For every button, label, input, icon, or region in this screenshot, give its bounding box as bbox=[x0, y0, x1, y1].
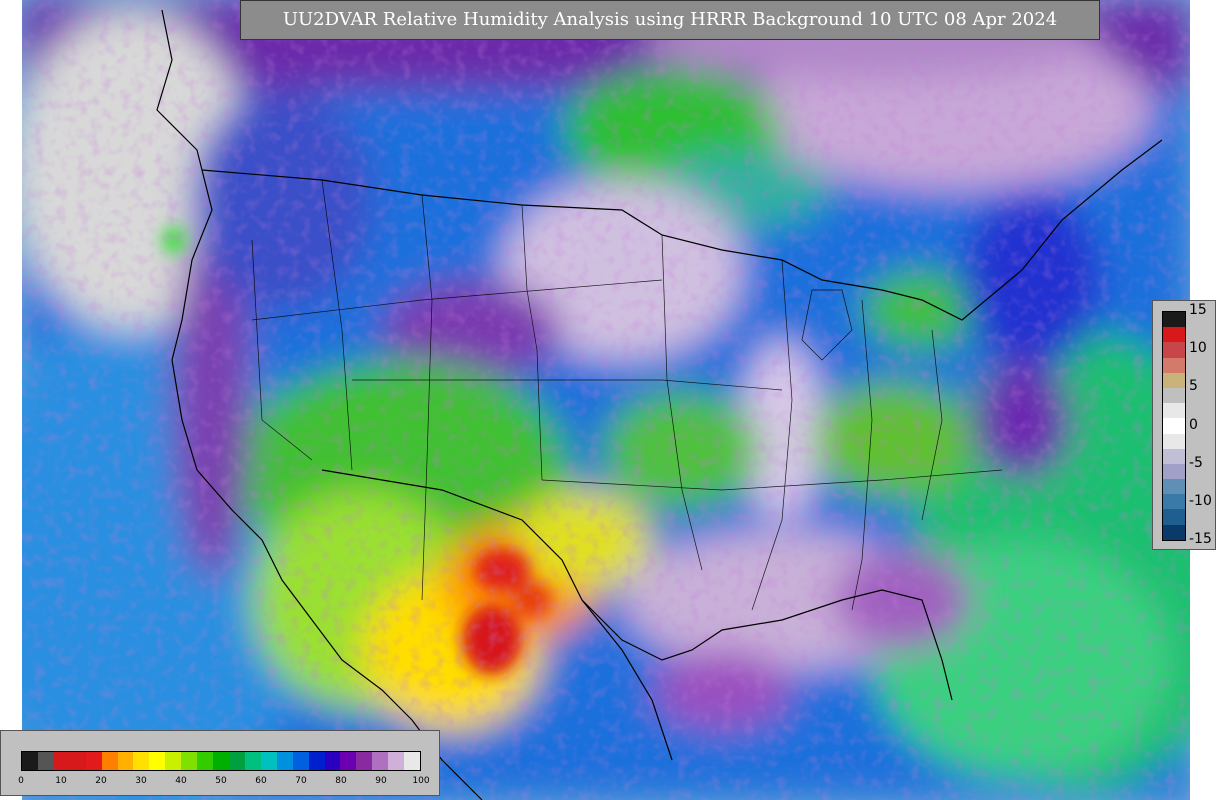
rh-color-swatch bbox=[244, 752, 261, 770]
diff-color-swatch bbox=[1163, 403, 1185, 419]
diff-color-swatch bbox=[1163, 463, 1185, 480]
rh-color-swatch bbox=[117, 752, 134, 770]
diff-tick-label: -15 bbox=[1189, 531, 1212, 547]
rh-tick-label: 40 bbox=[175, 776, 187, 786]
difference-colorbar-legend: 15 10 5 0 -5 -10 -15 bbox=[1152, 300, 1216, 550]
rh-color-swatch bbox=[133, 752, 150, 770]
texture-overlay bbox=[22, 0, 1190, 800]
rh-tick-label: 90 bbox=[375, 776, 387, 786]
diff-color-swatch bbox=[1163, 342, 1185, 358]
diff-color-swatch bbox=[1163, 433, 1185, 449]
diff-color-swatch bbox=[1163, 479, 1185, 495]
rh-tick-label: 30 bbox=[135, 776, 147, 786]
humidity-map bbox=[22, 0, 1190, 800]
rh-color-swatch bbox=[149, 752, 166, 770]
difference-colorbar bbox=[1162, 311, 1186, 541]
diff-color-swatch bbox=[1163, 387, 1185, 404]
rh-tick-label: 50 bbox=[215, 776, 227, 786]
rh-color-swatch bbox=[22, 752, 38, 770]
rh-color-swatch bbox=[340, 752, 357, 770]
diff-tick-label: 0 bbox=[1189, 417, 1198, 433]
rh-color-swatch bbox=[101, 752, 118, 770]
rh-color-swatch bbox=[37, 752, 54, 770]
rh-tick-label: 80 bbox=[335, 776, 347, 786]
diff-color-swatch bbox=[1163, 372, 1185, 388]
diff-color-swatch bbox=[1163, 357, 1185, 373]
rh-color-swatch bbox=[308, 752, 325, 770]
diff-tick-label: -10 bbox=[1189, 493, 1212, 509]
rh-tick-label: 70 bbox=[295, 776, 307, 786]
diff-color-swatch bbox=[1163, 509, 1185, 525]
rh-color-swatch bbox=[228, 752, 245, 770]
rh-tick-label: 100 bbox=[412, 776, 430, 786]
rh-color-swatch bbox=[356, 752, 373, 770]
diff-color-swatch bbox=[1163, 327, 1185, 343]
diff-color-swatch bbox=[1163, 418, 1185, 434]
map-canvas bbox=[22, 0, 1190, 800]
rh-color-swatch bbox=[213, 752, 229, 770]
humidity-colorbar-legend: 0 10 20 30 40 50 60 70 80 90 100 bbox=[0, 730, 440, 796]
rh-color-swatch bbox=[181, 752, 198, 770]
diff-tick-label: 5 bbox=[1189, 378, 1198, 394]
rh-color-swatch bbox=[197, 752, 214, 770]
diff-color-swatch bbox=[1163, 312, 1185, 328]
diff-color-swatch bbox=[1163, 524, 1185, 540]
rh-tick-label: 60 bbox=[255, 776, 267, 786]
rh-tick-label: 0 bbox=[18, 776, 24, 786]
rh-color-swatch bbox=[292, 752, 309, 770]
rh-color-swatch bbox=[372, 752, 389, 770]
rh-tick-label: 10 bbox=[55, 776, 67, 786]
rh-color-swatch bbox=[165, 752, 182, 770]
rh-color-swatch bbox=[276, 752, 293, 770]
diff-tick-label: -5 bbox=[1189, 455, 1203, 471]
rh-color-swatch bbox=[404, 752, 421, 770]
rh-color-swatch bbox=[388, 752, 405, 770]
rh-color-swatch bbox=[53, 752, 70, 770]
rh-color-swatch bbox=[324, 752, 341, 770]
diff-tick-label: 10 bbox=[1189, 340, 1207, 356]
diff-color-swatch bbox=[1163, 494, 1185, 510]
rh-color-swatch bbox=[260, 752, 277, 770]
diff-color-swatch bbox=[1163, 448, 1185, 464]
humidity-colorbar bbox=[21, 751, 421, 771]
map-title: UU2DVAR Relative Humidity Analysis using… bbox=[240, 0, 1100, 40]
rh-color-swatch bbox=[85, 752, 102, 770]
rh-color-swatch bbox=[69, 752, 86, 770]
rh-tick-label: 20 bbox=[95, 776, 107, 786]
diff-tick-label: 15 bbox=[1189, 302, 1207, 318]
